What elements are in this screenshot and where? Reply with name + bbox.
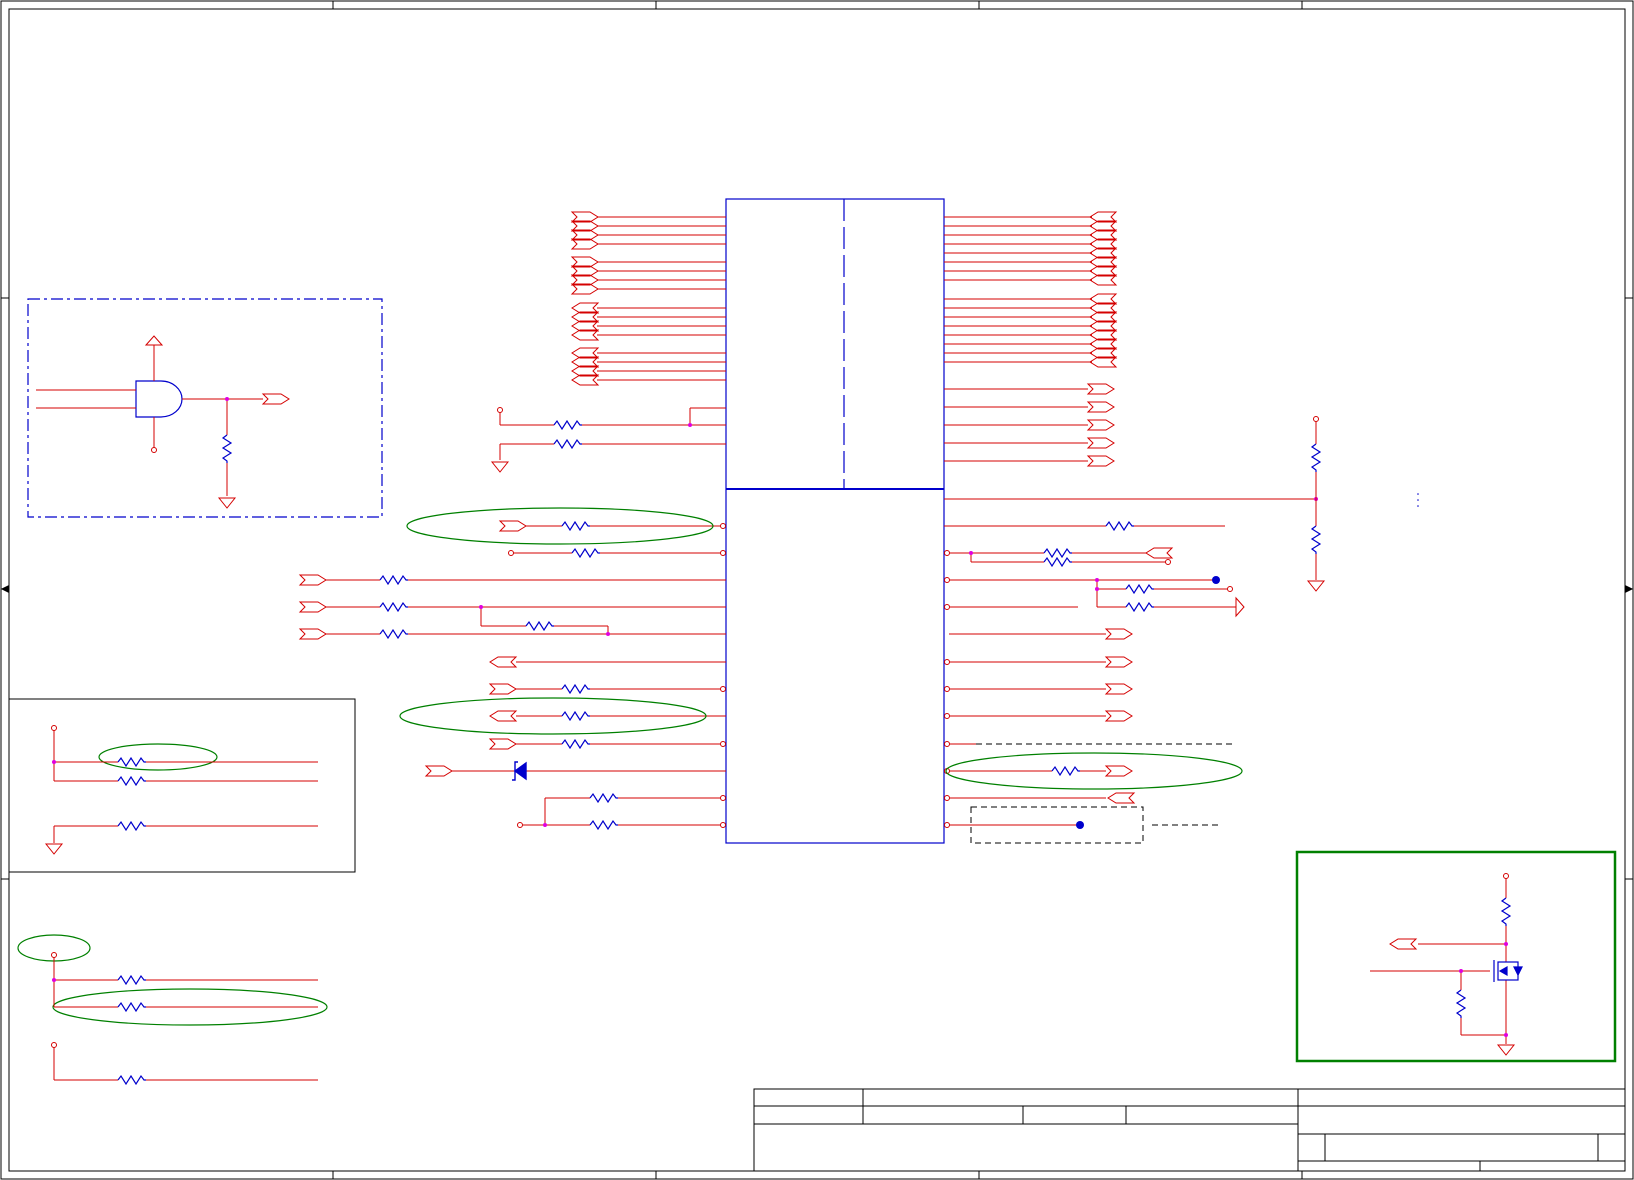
left-bus-group (597, 216, 726, 381)
and-gate (36, 335, 263, 496)
power-symbol (497, 407, 503, 413)
highlight-ellipses (17, 507, 1243, 1026)
schottky-diode (512, 761, 527, 781)
left-bus-ports (571, 211, 599, 386)
lower-left-ports (299, 520, 527, 777)
lower-left-nets (326, 525, 726, 826)
lower-left-resistors (379, 521, 619, 830)
lower-right-nets (944, 498, 1318, 826)
no-connect-dashes (970, 743, 1232, 844)
schematic-sheet (0, 0, 1634, 1180)
title-block (753, 1088, 1626, 1172)
strap-resistors (499, 407, 726, 460)
sheet-border (0, 0, 1634, 1180)
lower-right-ports (1105, 547, 1173, 804)
ground-symbol (491, 461, 509, 473)
mosfet-block (1295, 850, 1617, 1063)
right-bus-ports (1087, 211, 1117, 467)
mosfet (1370, 873, 1523, 1044)
lower-right-resistors (1043, 521, 1155, 776)
pin-circles-left (508, 523, 726, 828)
main-ic (725, 198, 945, 844)
right-bus-group (944, 216, 1092, 462)
